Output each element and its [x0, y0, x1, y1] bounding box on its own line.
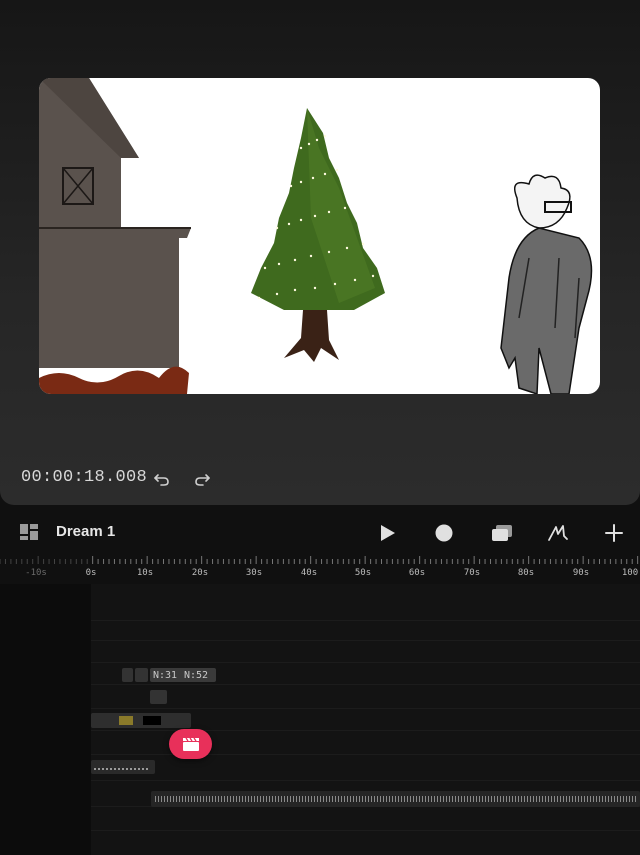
ruler-label: 100 — [621, 568, 639, 578]
ruler-ticks — [0, 556, 639, 564]
timeline-clip[interactable] — [91, 760, 155, 774]
record-button[interactable] — [431, 520, 457, 546]
timeline-clip[interactable] — [122, 668, 133, 682]
preview-panel: 00:00:18.008 — [0, 0, 640, 505]
timeline-clip[interactable] — [135, 668, 148, 682]
play-icon — [381, 525, 395, 541]
play-button[interactable] — [374, 520, 400, 546]
clip-label: N:31 — [153, 670, 178, 681]
plus-icon — [605, 524, 623, 542]
timeline-toolbar: Dream 1 — [0, 515, 640, 551]
timeline-tracks[interactable]: N:31 N:52 — [0, 584, 640, 855]
timecode-display: 00:00:18.008 — [21, 468, 148, 487]
track-lane — [91, 620, 640, 621]
undo-icon — [154, 474, 169, 486]
timeline-clip[interactable]: N:31 N:52 — [150, 668, 216, 682]
ruler-label: -10s — [25, 568, 47, 578]
layout-grid-icon — [20, 524, 38, 540]
ruler-label: 60s — [408, 568, 426, 578]
clip-label: N:52 — [184, 670, 209, 681]
track-lane — [91, 640, 640, 641]
clip-thumbnail — [119, 716, 133, 725]
track-lane — [91, 780, 640, 781]
draw-button[interactable] — [545, 520, 571, 546]
ruler-label: 70s — [463, 568, 481, 578]
track-lane — [91, 684, 640, 685]
ruler-label: 20s — [191, 568, 209, 578]
ruler-label: 30s — [245, 568, 263, 578]
christmas-tree-drawing — [251, 108, 385, 362]
animation-canvas[interactable] — [39, 78, 600, 394]
redo-icon — [195, 474, 210, 486]
track-lane — [91, 830, 640, 831]
layout-button[interactable] — [19, 523, 39, 541]
ruler-label: 10s — [136, 568, 154, 578]
new-scene-button[interactable] — [169, 729, 212, 759]
time-ruler[interactable]: -10s 0s 10s 20s 30s 40s 50s 60s 70s 80s … — [0, 556, 640, 584]
audio-clip[interactable] — [151, 791, 640, 807]
character-sketch-drawing — [500, 174, 593, 394]
canvas-artwork — [39, 78, 593, 394]
ruler-label: 40s — [300, 568, 318, 578]
add-button[interactable] — [601, 520, 627, 546]
ruler-label: 90s — [572, 568, 590, 578]
clip-thumbnail — [143, 716, 161, 725]
audio-waveform — [94, 768, 150, 770]
audio-waveform — [155, 796, 636, 802]
ruler-label: 0s — [85, 568, 97, 578]
redo-button[interactable] — [192, 469, 212, 489]
timeline-clip[interactable] — [150, 690, 167, 704]
record-icon — [435, 524, 453, 542]
track-lane — [91, 730, 640, 731]
undo-button[interactable] — [152, 469, 172, 489]
barn-drawing — [39, 78, 191, 394]
clapperboard-icon — [182, 737, 199, 751]
timeline-clip[interactable] — [91, 713, 191, 728]
layers-icon — [492, 525, 512, 541]
project-title[interactable]: Dream 1 — [56, 523, 115, 540]
track-lane — [91, 662, 640, 663]
ruler-label: 50s — [354, 568, 372, 578]
track-lane — [91, 708, 640, 709]
draw-icon — [548, 525, 568, 541]
ruler-label: 80s — [517, 568, 535, 578]
track-headers — [0, 584, 91, 855]
layers-button[interactable] — [489, 520, 515, 546]
